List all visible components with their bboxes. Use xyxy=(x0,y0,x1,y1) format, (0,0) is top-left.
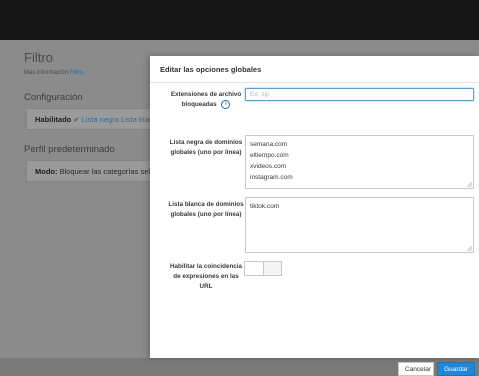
extensions-label-text: Extensiones de archivo bloqueadas xyxy=(170,91,242,109)
profile-heading: Perfil predeterminado xyxy=(24,144,115,155)
dialog-header: Editar las opciones globales xyxy=(150,56,479,83)
extensions-label: Extensiones de archivo bloqueadas i xyxy=(166,90,246,110)
blacklist-textarea[interactable]: semana.com eltiempo.com xvideos.com inst… xyxy=(245,135,474,189)
whitelist-label: Lista blanca de dominios globales (uno p… xyxy=(168,201,244,218)
mode-card: Modo: Bloquear las categorías selecciona… xyxy=(26,160,166,182)
enabled-label: Habilitado xyxy=(35,115,72,124)
blacklist-label: Lista negra de dominios globales (uno po… xyxy=(169,139,243,156)
more-info-label: Más información xyxy=(24,70,69,76)
resize-handle-icon[interactable] xyxy=(467,246,472,251)
mode-label: Modo: xyxy=(35,167,58,176)
resize-handle-icon[interactable] xyxy=(467,182,472,187)
cancel-button[interactable]: Cancelar xyxy=(398,362,434,376)
save-button[interactable]: Guardar xyxy=(437,362,475,376)
more-info-link[interactable]: Filtro. xyxy=(70,70,85,76)
whitelist-line: tiktok.com xyxy=(250,203,280,210)
blacklist-line: semana.com xyxy=(250,141,288,148)
blacklist-line: instagram.com xyxy=(250,174,293,181)
page-title: Filtro xyxy=(24,50,53,65)
top-bar xyxy=(0,0,479,40)
blacklist-line: xvideos.com xyxy=(250,163,287,170)
edit-global-options-dialog: Editar las opciones globales Extensiones… xyxy=(150,56,479,376)
config-card: Habilitado ✔ Lista negra Lista blanca xyxy=(26,108,166,130)
regex-toggle[interactable] xyxy=(244,261,282,276)
more-info-text: Más información Filtro. xyxy=(24,70,85,76)
blacklist-line: eltiempo.com xyxy=(250,152,289,159)
config-heading: Configuración xyxy=(24,92,83,103)
regex-label: Habilitar la coincidencia de expresiones… xyxy=(169,263,243,290)
dialog-title: Editar las opciones globales xyxy=(160,65,262,74)
check-icon: ✔ xyxy=(73,115,80,124)
info-icon[interactable]: i xyxy=(221,100,231,109)
extensions-input[interactable] xyxy=(245,88,474,101)
toggle-knob xyxy=(245,262,264,275)
whitelist-textarea[interactable]: tiktok.com xyxy=(245,197,474,253)
